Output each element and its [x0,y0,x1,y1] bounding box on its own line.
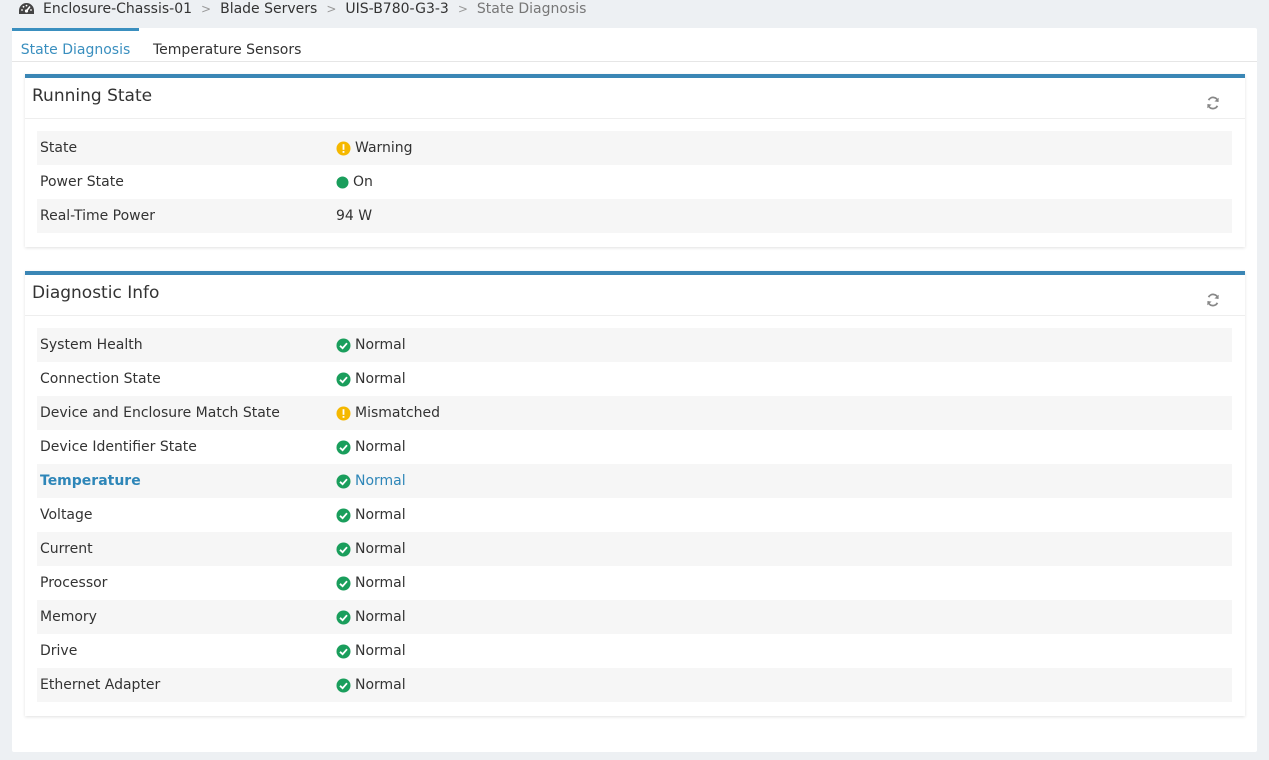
row-value-text: Normal [355,609,406,625]
row-value-text: 94 W [336,208,373,224]
list-item: Voltage Normal [37,498,1232,532]
row-value: Normal [336,541,406,557]
check-icon [336,338,351,353]
row-value: Normal [336,575,406,591]
row-label: Voltage [40,507,93,523]
row-value-text[interactable]: Normal [355,473,406,489]
list-item: State Warning [37,131,1232,165]
row-label: Device and Enclosure Match State [40,405,280,421]
row-label[interactable]: Temperature [37,473,336,489]
check-icon [336,474,351,489]
row-label: Ethernet Adapter [40,677,161,693]
list-item: Drive Normal [37,634,1232,668]
row-value[interactable]: Normal [336,473,406,489]
row-value-text: Normal [355,439,406,455]
list-item: Device Identifier State Normal [37,430,1232,464]
list-item: Current Normal [37,532,1232,566]
breadcrumb-enclosure[interactable]: Enclosure-Chassis-01 [43,1,192,17]
row-value: 94 W [336,208,372,224]
row-value-text: Normal [355,541,406,557]
check-icon [336,576,351,591]
row-value: Normal [336,643,406,659]
breadcrumb-current: State Diagnosis [476,1,587,17]
row-value: Warning [336,140,413,156]
row-value-text: On [353,174,373,190]
row-label: Current [40,541,93,557]
breadcrumb-separator: > [326,2,337,16]
tab-bar: State Diagnosis Temperature Sensors [12,28,1257,62]
list-item: Power State On [37,165,1232,199]
row-value-text: Normal [355,371,406,387]
breadcrumb-server[interactable]: UIS-B780-G3-3 [345,1,448,17]
row-value-text: Normal [355,575,406,591]
list-item[interactable]: Temperature Normal [37,464,1232,498]
tab-temperature-sensors[interactable]: Temperature Sensors [153,28,301,62]
row-value-text: Mismatched [355,405,441,421]
row-label: Device Identifier State [40,439,197,455]
row-value: Normal [336,371,406,387]
panel-header: Diagnostic Info [25,275,1245,316]
row-label: Real-Time Power [40,208,155,224]
row-label: System Health [40,337,143,353]
row-value: Normal [336,439,406,455]
check-icon [336,440,351,455]
warning-icon [336,406,351,421]
row-label: State [40,140,78,156]
row-value: Mismatched [336,405,440,421]
row-value-text: Normal [355,677,406,693]
warning-icon [336,141,351,156]
row-label: Power State [40,174,124,190]
row-value: Normal [336,507,406,523]
row-label: Drive [40,643,78,659]
diagnostic-info-list: System Health Normal Connection State Norma… [37,328,1232,702]
row-label: Connection State [40,371,161,387]
breadcrumb: Enclosure-Chassis-01 > Blade Servers > U… [18,0,586,20]
panel-title: Diagnostic Info [32,283,160,303]
running-state-list: State Warning Power State On Real-Time Power… [37,131,1232,233]
diagnostic-info-panel: Diagnostic Info System Health Normal Conne… [25,271,1245,716]
breadcrumb-separator: > [201,2,212,16]
panel-title: Running State [32,86,153,106]
list-item: Processor Normal [37,566,1232,600]
row-value-text: Normal [355,507,406,523]
check-icon [336,644,351,659]
dot-icon [336,176,349,189]
row-label: Processor [40,575,108,591]
list-item: Memory Normal [37,600,1232,634]
panel-header: Running State [25,78,1245,119]
row-value: Normal [336,609,406,625]
check-icon [336,678,351,693]
check-icon [336,372,351,387]
row-value: On [336,174,373,190]
check-icon [336,508,351,523]
refresh-icon[interactable] [1205,292,1221,308]
check-icon [336,610,351,625]
row-value: Normal [336,337,406,353]
list-item: Real-Time Power 94 W [37,199,1232,233]
row-value: Normal [336,677,406,693]
breadcrumb-blade-servers[interactable]: Blade Servers [220,1,317,17]
tab-state-diagnosis[interactable]: State Diagnosis [12,28,139,62]
row-value-text: Warning [355,140,413,156]
refresh-icon[interactable] [1205,95,1221,111]
row-value-text: Normal [355,643,406,659]
list-item: System Health Normal [37,328,1232,362]
list-item: Ethernet Adapter Normal [37,668,1232,702]
list-item: Device and Enclosure Match State Mismatch… [37,396,1232,430]
row-value-text: Normal [355,337,406,353]
dashboard-icon[interactable] [18,2,35,16]
breadcrumb-separator: > [457,2,468,16]
check-icon [336,542,351,557]
row-label: Memory [40,609,97,625]
running-state-panel: Running State State Warning Power State On R… [25,74,1245,247]
main-container: State Diagnosis Temperature Sensors Runn… [12,28,1257,752]
list-item: Connection State Normal [37,362,1232,396]
